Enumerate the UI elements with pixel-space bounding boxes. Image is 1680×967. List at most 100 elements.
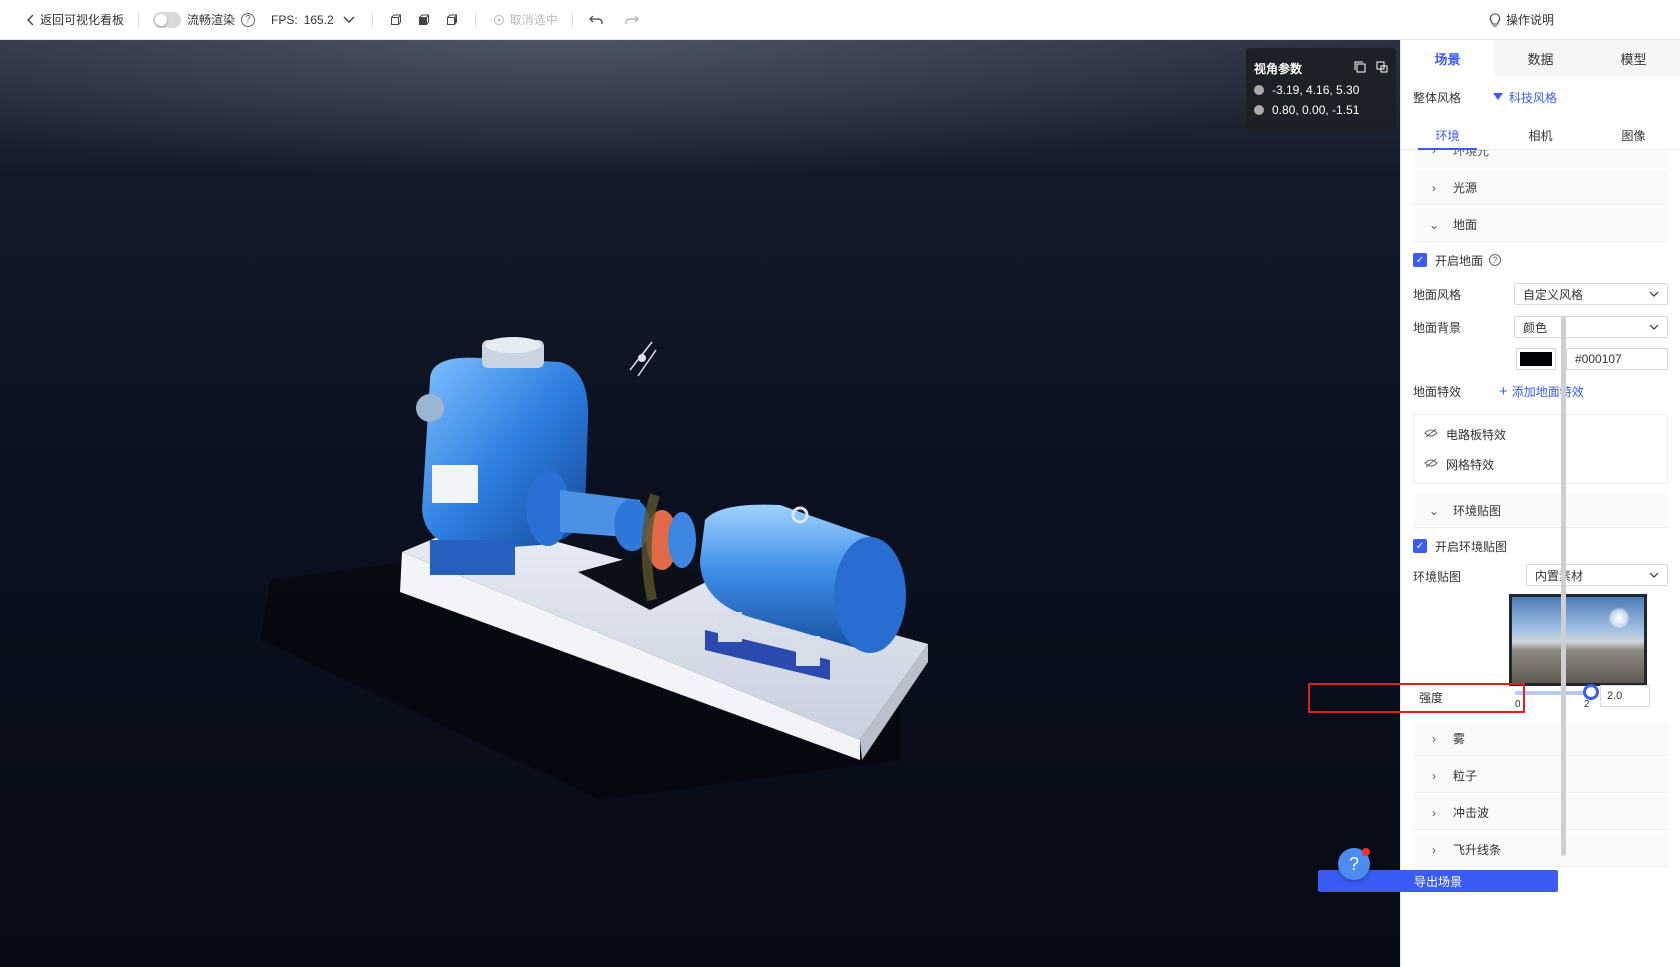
subtab-environment[interactable]: 环境 bbox=[1401, 122, 1494, 150]
tab-data[interactable]: 数据 bbox=[1494, 40, 1587, 76]
section-particles[interactable]: › 粒子 bbox=[1413, 759, 1669, 793]
target-icon bbox=[490, 11, 508, 29]
toggle-switch[interactable] bbox=[153, 11, 182, 28]
section-flying-lines[interactable]: › 飞升线条 bbox=[1413, 833, 1669, 867]
section-env-light-partial[interactable]: › 环境光 bbox=[1413, 150, 1668, 168]
intensity-slider-thumb[interactable] bbox=[1583, 684, 1599, 700]
help-circle-icon[interactable]: ? bbox=[1489, 254, 1502, 266]
ground-enable-row: ✓ 开启地面 ? bbox=[1401, 242, 1680, 278]
add-ground-effect-label: 添加地面特效 bbox=[1511, 384, 1584, 399]
cube-side-icon[interactable] bbox=[443, 11, 461, 29]
cube-top-icon[interactable] bbox=[415, 11, 433, 29]
transform-gizmo-icon[interactable] bbox=[629, 341, 657, 377]
scene-viewport[interactable]: 视角参数 -3.19, 4.16, 5.30 0.80, 0.00, -1.51 bbox=[0, 40, 1400, 967]
overall-style-value: 科技风格 bbox=[1509, 90, 1558, 105]
pump-nameplate bbox=[432, 465, 478, 503]
chevron-down-icon bbox=[1649, 291, 1659, 297]
ground-effects-row: 地面特效 + 添加地面特效 bbox=[1401, 374, 1680, 408]
intensity-slider-fill bbox=[1515, 691, 1591, 695]
ground-bg-label: 地面背景 bbox=[1413, 320, 1462, 335]
camera-target-value: 0.80, 0.00, -1.51 bbox=[1272, 103, 1360, 117]
subtab-image[interactable]: 图像 bbox=[1587, 122, 1680, 149]
section-env-map-label: 环境贴图 bbox=[1453, 504, 1502, 518]
overall-style-row: 整体风格 科技风格 bbox=[1401, 76, 1680, 118]
instructions-label: 操作说明 bbox=[1506, 13, 1555, 27]
section-shockwave[interactable]: › 冲击波 bbox=[1413, 796, 1669, 830]
ground-color-input[interactable]: #000107 bbox=[1566, 348, 1668, 370]
overall-style-select[interactable]: 科技风格 bbox=[1493, 89, 1557, 106]
pump-flange bbox=[416, 394, 444, 422]
notification-dot bbox=[1362, 848, 1370, 856]
help-circle-icon[interactable]: ? bbox=[241, 12, 256, 27]
fps-label: FPS: bbox=[271, 12, 298, 27]
section-particles-label: 粒子 bbox=[1453, 769, 1478, 783]
ground-effects-label: 地面特效 bbox=[1413, 384, 1462, 399]
target-icon bbox=[1254, 105, 1264, 115]
effect-grid-label: 网格特效 bbox=[1446, 457, 1495, 472]
fps-value: 165.2 bbox=[303, 12, 334, 27]
chevron-down-icon bbox=[1649, 324, 1659, 330]
envmap-enable-row: ✓ 开启环境贴图 bbox=[1401, 528, 1680, 564]
panel-scrollbar[interactable] bbox=[1561, 316, 1566, 856]
motor-foot bbox=[718, 612, 742, 642]
intensity-highlight-box bbox=[1308, 683, 1525, 713]
back-button[interactable]: 返回可视化看板 bbox=[22, 0, 124, 40]
section-ground[interactable]: ⌄ 地面 bbox=[1413, 208, 1668, 242]
add-ground-effect-button[interactable]: + 添加地面特效 bbox=[1499, 383, 1584, 400]
envmap-select-row: 环境贴图 内置素材 bbox=[1401, 564, 1680, 594]
slider-max-label: 2 bbox=[1584, 699, 1590, 710]
effect-circuit-board-label: 电路板特效 bbox=[1446, 427, 1507, 442]
chevron-right-icon: › bbox=[1432, 731, 1436, 746]
chevron-right-icon: › bbox=[1432, 180, 1436, 195]
envmap-select[interactable]: 内置素材 bbox=[1526, 564, 1668, 586]
tab-scene[interactable]: 场景 bbox=[1401, 40, 1494, 76]
intensity-input[interactable]: 2.0 bbox=[1600, 685, 1650, 707]
instructions-button[interactable]: 操作说明 bbox=[1486, 0, 1554, 40]
panel-sub-tabs: 环境 相机 图像 bbox=[1401, 122, 1680, 150]
ground-color-swatch[interactable] bbox=[1516, 348, 1556, 370]
fps-display[interactable]: FPS: 165.2 bbox=[271, 0, 358, 40]
panel-main-tabs: 场景 数据 模型 bbox=[1401, 40, 1680, 76]
section-env-map[interactable]: ⌄ 环境贴图 bbox=[1413, 494, 1668, 528]
envmap-enable-label: 开启环境贴图 bbox=[1435, 539, 1508, 554]
chevron-left-icon bbox=[22, 11, 40, 29]
camera-icon bbox=[1254, 85, 1264, 95]
chevron-down-icon[interactable] bbox=[340, 11, 358, 29]
ground-style-value: 自定义风格 bbox=[1523, 287, 1584, 302]
deselect-label: 取消选中 bbox=[509, 13, 558, 27]
envmap-enable-checkbox[interactable]: ✓ bbox=[1413, 539, 1427, 553]
section-light-source[interactable]: › 光源 bbox=[1413, 171, 1668, 205]
properties-panel: 场景 数据 模型 整体风格 科技风格 环境 相机 图像 › 环境光 › 光源 ⌄… bbox=[1400, 40, 1680, 967]
deselect-button[interactable]: 取消选中 bbox=[490, 0, 558, 40]
caret-down-icon bbox=[1493, 93, 1504, 100]
subtab-camera[interactable]: 相机 bbox=[1494, 122, 1587, 149]
effect-circuit-board[interactable]: 电路板特效 bbox=[1414, 419, 1667, 449]
copy-icon[interactable] bbox=[1354, 61, 1366, 76]
intensity-slider-track[interactable] bbox=[1515, 691, 1591, 695]
ground-enable-label: 开启地面 bbox=[1435, 253, 1484, 268]
paste-icon[interactable] bbox=[1376, 61, 1388, 76]
section-flying-lines-label: 飞升线条 bbox=[1453, 843, 1502, 857]
section-fog-label: 雾 bbox=[1453, 732, 1466, 746]
ground-style-select[interactable]: 自定义风格 bbox=[1514, 283, 1668, 305]
motor-end-cap bbox=[834, 537, 906, 653]
pump-model[interactable] bbox=[0, 40, 1400, 967]
toolbar-divider bbox=[371, 12, 373, 27]
ground-bg-select[interactable]: 颜色 bbox=[1514, 316, 1668, 338]
redo-icon[interactable] bbox=[623, 11, 641, 29]
eye-hidden-icon[interactable] bbox=[1424, 457, 1438, 471]
effect-grid[interactable]: 网格特效 bbox=[1414, 449, 1667, 479]
tab-model[interactable]: 模型 bbox=[1587, 40, 1680, 76]
cube-front-icon[interactable] bbox=[387, 11, 405, 29]
ground-enable-checkbox[interactable]: ✓ bbox=[1413, 253, 1427, 267]
toolbar-divider bbox=[571, 12, 573, 27]
undo-icon[interactable] bbox=[587, 11, 605, 29]
eye-hidden-icon[interactable] bbox=[1424, 427, 1438, 441]
smooth-render-toggle[interactable]: 流畅渲染 ? bbox=[153, 0, 256, 40]
envmap-preview[interactable] bbox=[1509, 594, 1680, 686]
chevron-right-icon: › bbox=[1432, 805, 1436, 820]
section-env-light-label: 环境光 bbox=[1453, 150, 1490, 158]
section-fog[interactable]: › 雾 bbox=[1413, 722, 1669, 756]
camera-params-title: 视角参数 bbox=[1254, 62, 1303, 76]
camera-params-panel: 视角参数 -3.19, 4.16, 5.30 0.80, 0.00, -1.51 bbox=[1246, 48, 1396, 130]
